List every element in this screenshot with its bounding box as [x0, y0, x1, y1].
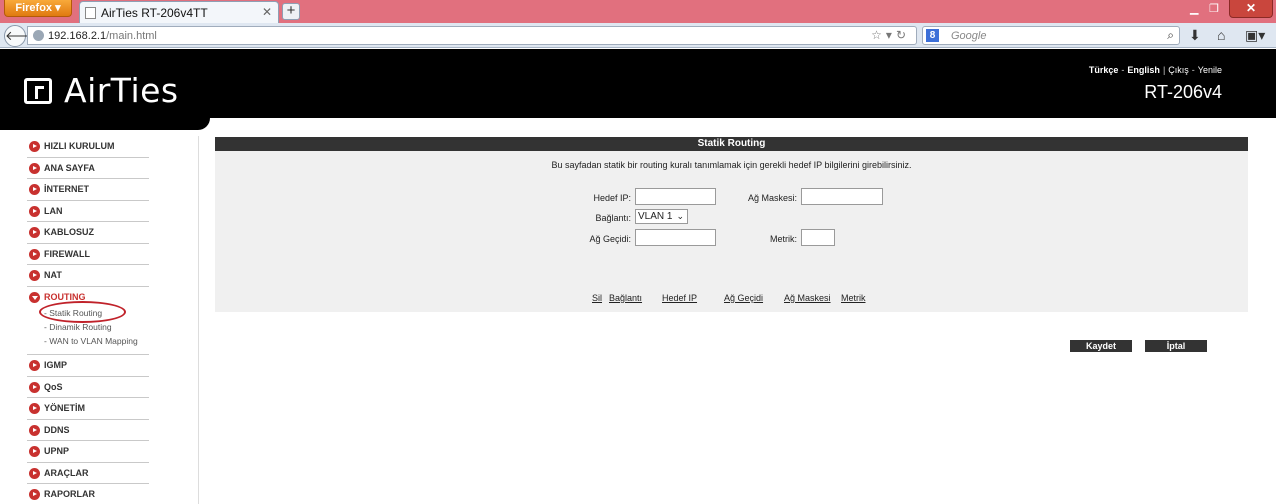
panel-title: Statik Routing [215, 137, 1248, 151]
new-tab-button[interactable]: + [282, 3, 300, 20]
arrow-bullet-icon [29, 162, 40, 174]
sidebar-item-qos[interactable]: QoS [27, 377, 149, 398]
sidebar-item-nat[interactable]: NAT [27, 265, 149, 287]
close-window-button[interactable]: ✕ [1229, 0, 1273, 18]
dest-ip-input[interactable] [635, 188, 716, 205]
chevron-down-icon: ⌄ [676, 211, 684, 221]
sidebar-item-raporlar[interactable]: RAPORLAR [27, 484, 149, 504]
window-title-bar: Firefox ▾ AirTies RT-206v4TT ✕ + ▁ ❐ ✕ [0, 0, 1276, 23]
sidebar-item-internet[interactable]: İNTERNET [27, 179, 149, 201]
sidebar-item-hizli-kurulum[interactable]: HIZLI KURULUM [27, 136, 149, 158]
col-dest-ip[interactable]: Hedef IP [662, 293, 697, 303]
arrow-bullet-icon [29, 141, 40, 152]
sidebar-item-upnp[interactable]: UPNP [27, 441, 149, 463]
col-gateway[interactable]: Ağ Geçidi [724, 293, 763, 303]
lang-turkish-link[interactable]: Türkçe [1089, 65, 1119, 75]
sidebar-item-ana-sayfa[interactable]: ANA SAYFA [27, 158, 149, 179]
connection-select[interactable]: VLAN 1 ⌄ [635, 209, 688, 224]
panel-description: Bu sayfadan statik bir routing kuralı ta… [551, 160, 912, 170]
mask-label: Ağ Maskesi: [747, 193, 797, 203]
sidebar-item-yonetim[interactable]: YÖNETİM [27, 398, 149, 420]
routing-submenu: - Statik Routing - Dinamik Routing - WAN… [27, 301, 149, 355]
url-bar[interactable]: 192.168.2.1/main.html ☆▾↻ [27, 26, 917, 45]
lang-english-link[interactable]: English [1127, 65, 1160, 75]
refresh-link[interactable]: Yenile [1198, 65, 1222, 75]
brand-logo: AirTies [64, 71, 179, 110]
navigation-bar: 🡐 192.168.2.1/main.html ☆▾↻ 8 Google ⌕ ⬇… [0, 23, 1276, 48]
col-delete[interactable]: Sil [592, 293, 602, 303]
menu-icon[interactable]: ▣▾ [1245, 27, 1265, 44]
metric-input[interactable] [801, 229, 835, 246]
col-mask[interactable]: Ağ Maskesi [784, 293, 831, 303]
static-routing-panel: Statik Routing Bu sayfadan statik bir ro… [215, 137, 1248, 312]
arrow-bullet-icon [29, 360, 40, 371]
save-button[interactable]: Kaydet [1070, 340, 1132, 352]
device-model: RT-206v4 [1144, 82, 1222, 102]
restore-icon[interactable]: ❐ [1209, 2, 1219, 15]
tab-title: AirTies RT-206v4TT [101, 6, 208, 20]
arrow-bullet-icon [29, 467, 40, 479]
page-header [0, 49, 1276, 118]
arrow-bullet-icon [29, 489, 40, 500]
url-text[interactable]: 192.168.2.1/main.html [48, 30, 157, 42]
submenu-wan-vlan-mapping[interactable]: - WAN to VLAN Mapping [44, 336, 138, 346]
arrow-bullet-icon [29, 227, 40, 238]
search-bar[interactable]: 8 Google ⌕ [922, 26, 1180, 45]
sidebar-menu: HIZLI KURULUM ANA SAYFA İNTERNET LAN KAB… [27, 136, 149, 504]
mask-input[interactable] [801, 188, 883, 205]
arrow-bullet-icon [29, 248, 40, 260]
arrow-bullet-icon [29, 381, 40, 393]
logout-link[interactable]: Çıkış [1168, 65, 1189, 75]
search-input[interactable]: Google [951, 30, 986, 42]
downloads-icon[interactable]: ⬇ [1189, 27, 1201, 44]
connection-label: Bağlantı: [595, 213, 631, 223]
submenu-dinamik-routing[interactable]: - Dinamik Routing [44, 322, 112, 332]
back-button[interactable]: 🡐 [4, 25, 40, 47]
gateway-input[interactable] [635, 229, 716, 246]
col-metric[interactable]: Metrik [841, 293, 866, 303]
firefox-menu-button[interactable]: Firefox ▾ [4, 0, 72, 17]
submenu-statik-routing[interactable]: - Statik Routing [39, 301, 126, 323]
close-tab-icon[interactable]: ✕ [262, 5, 272, 19]
minimize-icon[interactable]: ▁ [1190, 2, 1198, 15]
arrow-bullet-icon [29, 184, 40, 195]
dest-ip-label: Hedef IP: [593, 193, 631, 203]
arrow-bullet-icon [29, 446, 40, 457]
header-decoration [0, 118, 210, 130]
arrow-bullet-icon [29, 205, 40, 217]
sidebar-item-araclar[interactable]: ARAÇLAR [27, 463, 149, 484]
sidebar-item-kablosuz[interactable]: KABLOSUZ [27, 222, 149, 244]
airties-logo-icon [24, 78, 52, 104]
home-icon[interactable]: ⌂ [1217, 27, 1225, 43]
highlight-circle [39, 301, 126, 323]
bookmark-star-icon[interactable]: ☆▾↻ [871, 28, 910, 42]
sidebar-item-igmp[interactable]: IGMP [27, 355, 149, 377]
search-icon[interactable]: ⌕ [1167, 28, 1174, 43]
page-favicon-icon [85, 7, 96, 19]
arrow-bullet-icon [29, 270, 40, 281]
metric-label: Metrik: [770, 234, 797, 244]
sidebar-item-ddns[interactable]: DDNS [27, 420, 149, 441]
arrow-bullet-icon [29, 403, 40, 414]
col-connection[interactable]: Bağlantı [609, 293, 642, 303]
search-engine-icon[interactable]: 8 [926, 29, 939, 42]
cancel-button[interactable]: İptal [1145, 340, 1207, 352]
header-links: Türkçe - English | Çıkış - Yenile [1088, 65, 1222, 75]
sidebar-item-firewall[interactable]: FIREWALL [27, 244, 149, 265]
browser-tab[interactable]: AirTies RT-206v4TT ✕ [79, 1, 279, 23]
arrow-bullet-icon [29, 424, 40, 436]
sidebar-divider [198, 136, 199, 504]
arrow-down-bullet-icon [29, 291, 40, 303]
gateway-label: Ağ Geçidi: [589, 234, 631, 244]
site-identity-icon[interactable] [33, 30, 44, 41]
sidebar-item-lan[interactable]: LAN [27, 201, 149, 222]
